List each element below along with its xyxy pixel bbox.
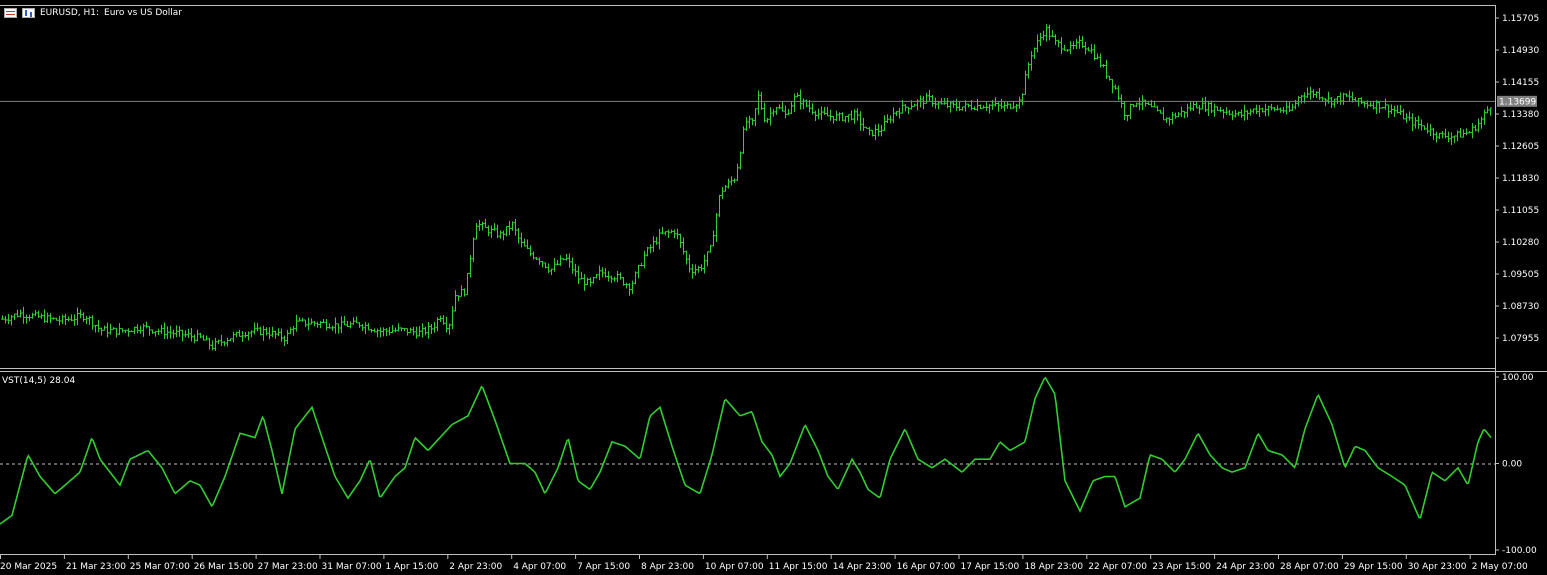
price-tick-label: 1.10280	[1502, 238, 1539, 248]
indicator-tick-label: 0.00	[1502, 460, 1522, 470]
indicator-name: VST(14,5)	[2, 376, 47, 386]
chart-menu-icon[interactable]	[4, 8, 17, 18]
time-tick-label: 20 Mar 2025	[0, 562, 57, 572]
time-tick-label: 28 Apr 07:00	[1280, 562, 1339, 572]
indicator-label: VST(14,5) 28.04	[2, 376, 75, 386]
price-tick-label: 1.07955	[1502, 334, 1539, 344]
chart-header: EURUSD, H1: Euro vs US Dollar	[4, 8, 182, 18]
time-tick-label: 25 Mar 07:00	[130, 562, 190, 572]
price-tick-label: 1.14930	[1502, 46, 1539, 56]
time-tick-label: 4 Apr 07:00	[513, 562, 566, 572]
indicator-value: 28.04	[49, 376, 76, 386]
chart-type-icon[interactable]	[22, 8, 35, 18]
symbol-label: EURUSD, H1:	[40, 8, 100, 18]
price-tick-label: 1.09505	[1502, 270, 1539, 280]
time-tick-label: 31 Mar 07:00	[322, 562, 382, 572]
time-tick-label: 17 Apr 15:00	[961, 562, 1020, 572]
price-tick-label: 1.15705	[1502, 14, 1539, 24]
time-tick-label: 18 Apr 23:00	[1024, 562, 1083, 572]
time-tick-label: 2 Apr 23:00	[449, 562, 502, 572]
time-tick-label: 1 Apr 15:00	[385, 562, 438, 572]
price-tick-label: 1.11830	[1502, 174, 1539, 184]
time-tick-label: 14 Apr 23:00	[833, 562, 892, 572]
time-tick-label: 21 Mar 23:00	[66, 562, 126, 572]
symbol-description: Euro vs US Dollar	[104, 8, 182, 18]
chart-background	[0, 0, 1547, 575]
time-tick-label: 2 May 07:00	[1472, 562, 1528, 572]
price-tick-label: 1.08730	[1502, 302, 1539, 312]
price-tick-label: 1.12605	[1502, 142, 1539, 152]
current-price-label: 1.13699	[1499, 97, 1536, 107]
time-tick-label: 23 Apr 15:00	[1152, 562, 1211, 572]
time-tick-label: 24 Apr 23:00	[1216, 562, 1275, 572]
price-tick-label: 1.14155	[1502, 78, 1539, 88]
time-tick-label: 27 Mar 23:00	[258, 562, 318, 572]
time-tick-label: 7 Apr 15:00	[577, 562, 630, 572]
time-tick-label: 26 Mar 15:00	[194, 562, 254, 572]
price-tick-label: 1.11055	[1502, 206, 1539, 216]
time-tick-label: 30 Apr 23:00	[1408, 562, 1467, 572]
price-tick-label: 1.13380	[1502, 110, 1539, 120]
indicator-tick-label: -100.00	[1502, 546, 1537, 556]
time-tick-label: 16 Apr 07:00	[897, 562, 956, 572]
indicator-tick-label: 100.00	[1502, 373, 1534, 383]
chart-canvas: 1.15705 1.14930 1.14155 1.13380 1.12605 1.118…	[0, 0, 1547, 575]
time-tick-label: 10 Apr 07:00	[705, 562, 764, 572]
time-tick-label: 8 Apr 23:00	[641, 562, 694, 572]
current-price-tag: 1.13699	[1497, 95, 1537, 107]
time-tick-label: 22 Apr 07:00	[1088, 562, 1147, 572]
time-tick-label: 29 Apr 15:00	[1344, 562, 1403, 572]
time-tick-label: 11 Apr 15:00	[769, 562, 828, 572]
